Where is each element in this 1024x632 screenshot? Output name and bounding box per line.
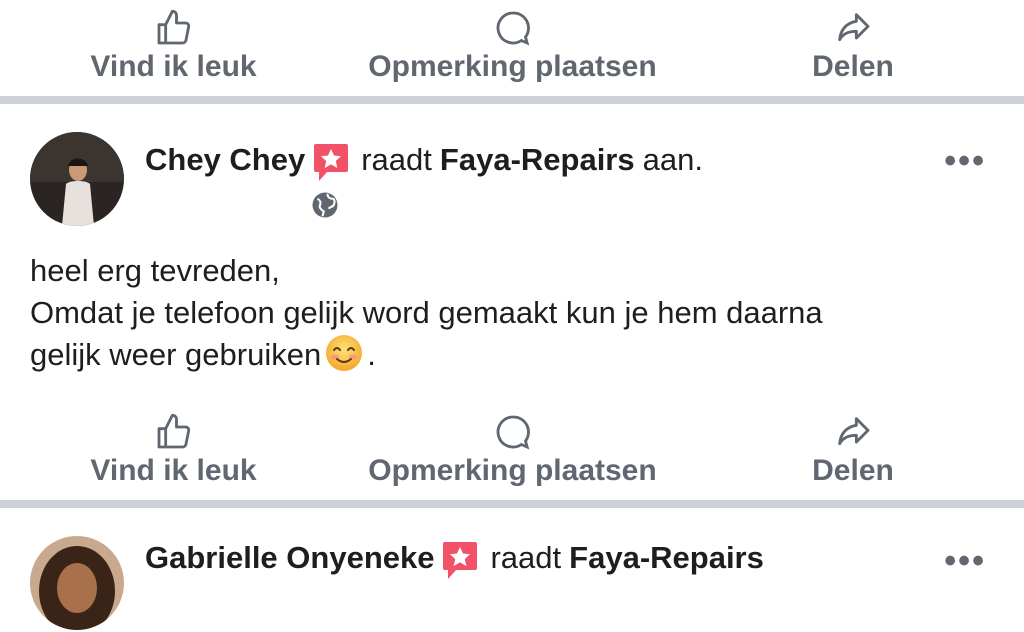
author-name[interactable]: Gabrielle Onyeneke <box>145 540 434 576</box>
post-text-line: heel erg tevreden, <box>30 253 280 288</box>
page-name-link[interactable]: Faya-Repairs <box>569 540 764 576</box>
recommend-badge-icon <box>314 144 349 181</box>
post-divider <box>0 500 1024 508</box>
post-header: Gabrielle Onyeneke raadt Faya-Repairs ••… <box>0 532 1024 632</box>
comment-button[interactable]: Opmerking plaatsen <box>360 0 665 92</box>
recommends-text: raadt <box>361 142 432 177</box>
like-label: Vind ik leuk <box>90 50 257 83</box>
recommends-text: raadt <box>490 540 562 575</box>
post-text-line: gelijk weer gebruiken . <box>30 334 990 376</box>
post-text-segment: gelijk weer gebruiken <box>30 337 322 372</box>
recommends-suffix: aan. <box>642 142 703 177</box>
post-divider <box>0 96 1024 104</box>
action-bar-top: Vind ik leuk Opmerking plaatsen Delen <box>0 0 1024 92</box>
author-name[interactable]: Chey Chey <box>145 142 305 178</box>
smiling-face-icon <box>326 335 363 371</box>
avatar[interactable] <box>30 536 124 630</box>
share-arrow-icon <box>838 417 870 446</box>
post-text-line: Omdat je telefoon gelijk word gemaakt ku… <box>30 295 823 330</box>
post-title-line: Gabrielle Onyeneke raadt Faya-Repairs <box>145 538 772 579</box>
comment-label: Opmerking plaatsen <box>368 50 657 83</box>
thumbs-up-icon <box>157 9 190 45</box>
post-body: heel erg tevreden, Omdat je telefoon gel… <box>30 250 990 376</box>
share-label: Delen <box>812 454 894 487</box>
comment-bubble-icon <box>496 11 530 46</box>
thumbs-up-icon <box>157 413 190 449</box>
comment-button[interactable]: Opmerking plaatsen <box>360 404 665 496</box>
like-label: Vind ik leuk <box>90 454 257 487</box>
comment-bubble-icon <box>496 415 530 450</box>
avatar[interactable] <box>30 132 124 226</box>
share-button[interactable]: Delen <box>808 404 898 496</box>
like-button[interactable]: Vind ik leuk <box>86 404 261 496</box>
globe-icon <box>312 192 338 218</box>
more-options-button[interactable]: ••• <box>944 142 986 181</box>
post-text-end: . <box>367 337 376 372</box>
share-label: Delen <box>812 50 894 83</box>
recommend-badge-icon <box>443 542 478 579</box>
post-title-line: Chey Chey raadt Faya-Repairs aan. <box>145 140 703 181</box>
action-bar-post: Vind ik leuk Opmerking plaatsen Delen <box>0 404 1024 496</box>
comment-label: Opmerking plaatsen <box>368 454 657 487</box>
post-header: Chey Chey raadt Faya-Repairs aan. ••• <box>0 130 1024 230</box>
more-options-button[interactable]: ••• <box>944 542 986 581</box>
share-arrow-icon <box>838 13 870 42</box>
like-button[interactable]: Vind ik leuk <box>86 0 261 92</box>
share-button[interactable]: Delen <box>808 0 898 92</box>
page-name-link[interactable]: Faya-Repairs <box>440 142 635 178</box>
